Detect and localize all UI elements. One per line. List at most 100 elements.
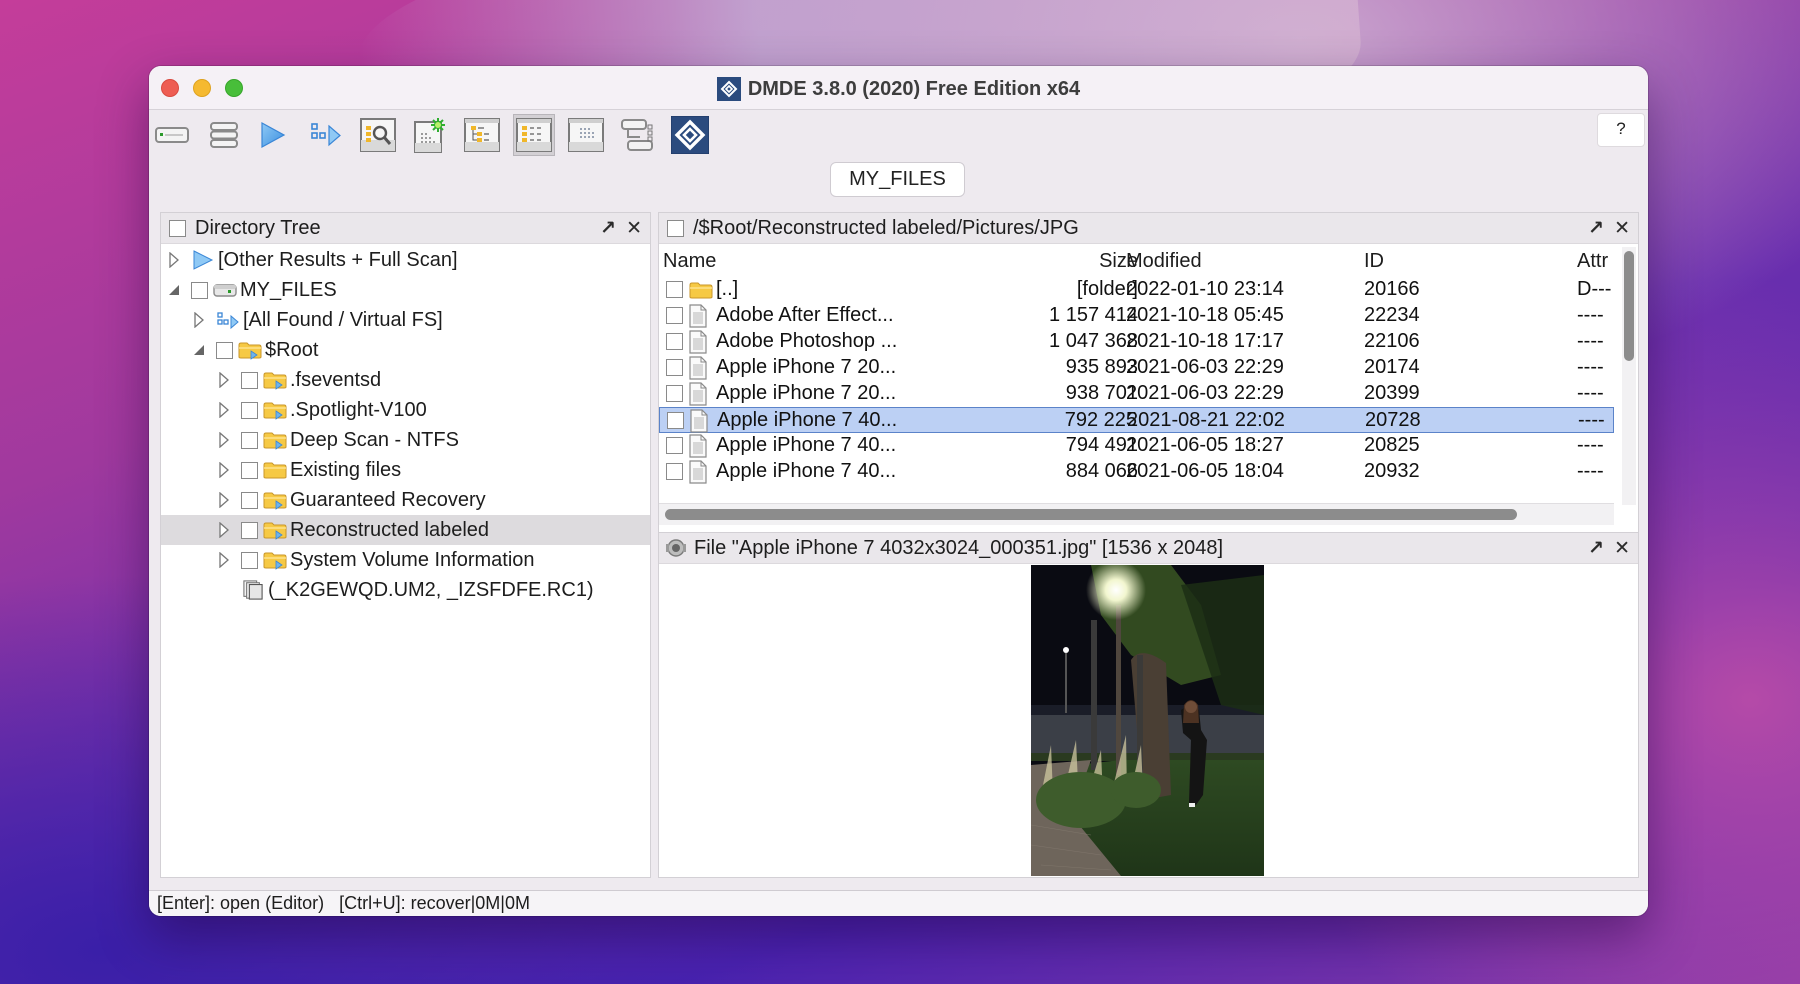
play-icon [261, 121, 286, 149]
tree-item-label: .Spotlight-V100 [290, 398, 427, 421]
file-list-header: /$Root/Reconstructed labeled/Pictures/JP… [659, 213, 1638, 244]
tree-item[interactable]: (_K2GEWQD.UM2, _IZSFDFE.RC1) [161, 575, 650, 605]
tree-item[interactable]: [Other Results + Full Scan] [161, 245, 650, 275]
file-row[interactable]: Apple iPhone 7 40... 792 225 2021-08-21 22… [659, 407, 1614, 433]
file-attr: D--- [1577, 278, 1612, 300]
toolbar-button-layout[interactable] [617, 114, 659, 156]
file-row-checkbox[interactable] [666, 437, 683, 454]
tree-item-checkbox[interactable] [241, 371, 258, 389]
file-name: Apple iPhone 7 40... [716, 460, 897, 482]
expand-arrow-icon[interactable] [217, 521, 231, 539]
file-list-vertical-scrollbar[interactable] [1622, 247, 1636, 505]
toolbar-button-file-list[interactable] [513, 114, 555, 156]
folder-icon [263, 520, 287, 540]
close-icon[interactable]: ✕ [1614, 217, 1630, 240]
toolbar-button-about[interactable] [669, 114, 711, 156]
expand-arrow-icon[interactable] [167, 251, 181, 269]
undock-icon[interactable]: ↗ [1588, 217, 1604, 240]
expand-arrow-icon[interactable] [217, 371, 231, 389]
column-header-id[interactable]: ID [1364, 250, 1384, 273]
file-row[interactable]: [..] [folder] 2022-01-10 23:14 20166 D--- [659, 277, 1614, 303]
image-preview [1031, 565, 1264, 876]
toolbar-button-tree[interactable] [461, 114, 503, 156]
tree-item[interactable]: Reconstructed labeled [161, 515, 650, 545]
tree-item[interactable]: MY_FILES [161, 275, 650, 305]
column-header-modified[interactable]: Modified [1126, 250, 1202, 273]
file-row-checkbox[interactable] [666, 463, 683, 480]
tree-item-checkbox[interactable] [241, 401, 258, 419]
close-icon[interactable]: ✕ [1614, 537, 1630, 560]
expand-arrow-icon[interactable] [192, 311, 206, 329]
toolbar-button-find[interactable] [357, 114, 399, 156]
tree-item-checkbox[interactable] [191, 281, 208, 299]
close-icon[interactable]: ✕ [626, 217, 642, 240]
tree-item-label: System Volume Information [290, 548, 535, 571]
file-row[interactable]: Adobe After Effect... 1 157 414 2021-10-18… [659, 303, 1614, 329]
toolbar-button-full-scan[interactable] [305, 114, 347, 156]
file-modified: 2021-06-05 18:27 [1126, 434, 1284, 456]
tree-item[interactable]: .fseventsd [161, 365, 650, 395]
directory-tree-panel: Directory Tree ↗ ✕ [Other Results + Full… [160, 212, 651, 878]
tree-item-label: $Root [265, 338, 319, 361]
collapse-arrow-icon[interactable] [167, 281, 181, 299]
file-row[interactable]: Apple iPhone 7 40... 794 491 2021-06-05 18… [659, 433, 1614, 459]
folder-icon [263, 490, 287, 510]
toolbar-button-disk-editor[interactable] [565, 114, 607, 156]
device-tab-my-files[interactable]: MY_FILES [830, 162, 965, 197]
directory-tree: [Other Results + Full Scan] MY_FILES [All … [161, 245, 650, 877]
file-attr: ---- [1578, 409, 1605, 431]
tree-item[interactable]: .Spotlight-V100 [161, 395, 650, 425]
tree-item-checkbox[interactable] [241, 491, 258, 509]
expand-arrow-icon[interactable] [217, 401, 231, 419]
tree-item-label: Guaranteed Recovery [290, 488, 486, 511]
expand-arrow-icon[interactable] [217, 491, 231, 509]
file-row-checkbox[interactable] [666, 359, 683, 376]
toolbar-button-search[interactable] [251, 114, 293, 156]
file-row-checkbox[interactable] [666, 385, 683, 402]
tree-item[interactable]: System Volume Information [161, 545, 650, 575]
expand-arrow-icon[interactable] [217, 431, 231, 449]
tree-item-checkbox[interactable] [241, 461, 258, 479]
vertical-scroll-thumb[interactable] [1624, 251, 1634, 361]
undock-icon[interactable]: ↗ [600, 217, 616, 240]
tree-item[interactable]: Existing files [161, 455, 650, 485]
file-row-checkbox[interactable] [666, 333, 683, 350]
undock-icon[interactable]: ↗ [1588, 537, 1604, 560]
horizontal-scroll-thumb[interactable] [665, 509, 1517, 520]
tree-item-checkbox[interactable] [241, 431, 258, 449]
file-row-checkbox[interactable] [667, 412, 684, 429]
preview-header: File "Apple iPhone 7 4032x3024_000351.jp… [659, 533, 1638, 564]
file-row-checkbox[interactable] [666, 307, 683, 324]
help-button[interactable]: ? [1597, 113, 1645, 147]
file-row[interactable]: Adobe Photoshop ... 1 047 368 2021-10-18 1… [659, 329, 1614, 355]
toolbar-button-partitions[interactable] [203, 114, 245, 156]
expand-arrow-icon[interactable] [217, 551, 231, 569]
file-modified: 2022-01-10 23:14 [1126, 278, 1284, 300]
column-header-attr[interactable]: Attr [1577, 250, 1608, 273]
column-header-name[interactable]: Name [663, 250, 716, 273]
file-name: Apple iPhone 7 20... [716, 382, 897, 404]
tree-item-checkbox[interactable] [241, 521, 258, 539]
file-row[interactable]: Apple iPhone 7 20... 938 701 2021-06-03 22… [659, 381, 1614, 407]
tree-item[interactable]: $Root [161, 335, 650, 365]
file-modified: 2021-10-18 05:45 [1126, 304, 1284, 326]
file-list-horizontal-scrollbar[interactable] [659, 503, 1614, 525]
toolbar-button-drive[interactable] [151, 114, 193, 156]
file-icon [689, 460, 707, 490]
tree-item[interactable]: Guaranteed Recovery [161, 485, 650, 515]
collapse-arrow-icon[interactable] [192, 341, 206, 359]
file-list-select-all-checkbox[interactable] [667, 219, 684, 237]
tree-item[interactable]: [All Found / Virtual FS] [161, 305, 650, 335]
tree-item-checkbox[interactable] [241, 551, 258, 569]
toolbar-button-new-editor[interactable] [409, 114, 451, 156]
tree-item[interactable]: Deep Scan - NTFS [161, 425, 650, 455]
tree-item-checkbox[interactable] [216, 341, 233, 359]
file-row[interactable]: Apple iPhone 7 20... 935 893 2021-06-03 22… [659, 355, 1614, 381]
directory-tree-select-all-checkbox[interactable] [169, 219, 186, 237]
file-row[interactable]: Apple iPhone 7 40... 884 066 2021-06-05 18… [659, 459, 1614, 485]
file-row-checkbox[interactable] [666, 281, 683, 298]
expand-arrow-icon[interactable] [217, 461, 231, 479]
preview-panel: File "Apple iPhone 7 4032x3024_000351.jp… [658, 532, 1639, 878]
tree-item-label: MY_FILES [240, 278, 337, 301]
file-attr: ---- [1577, 330, 1604, 352]
